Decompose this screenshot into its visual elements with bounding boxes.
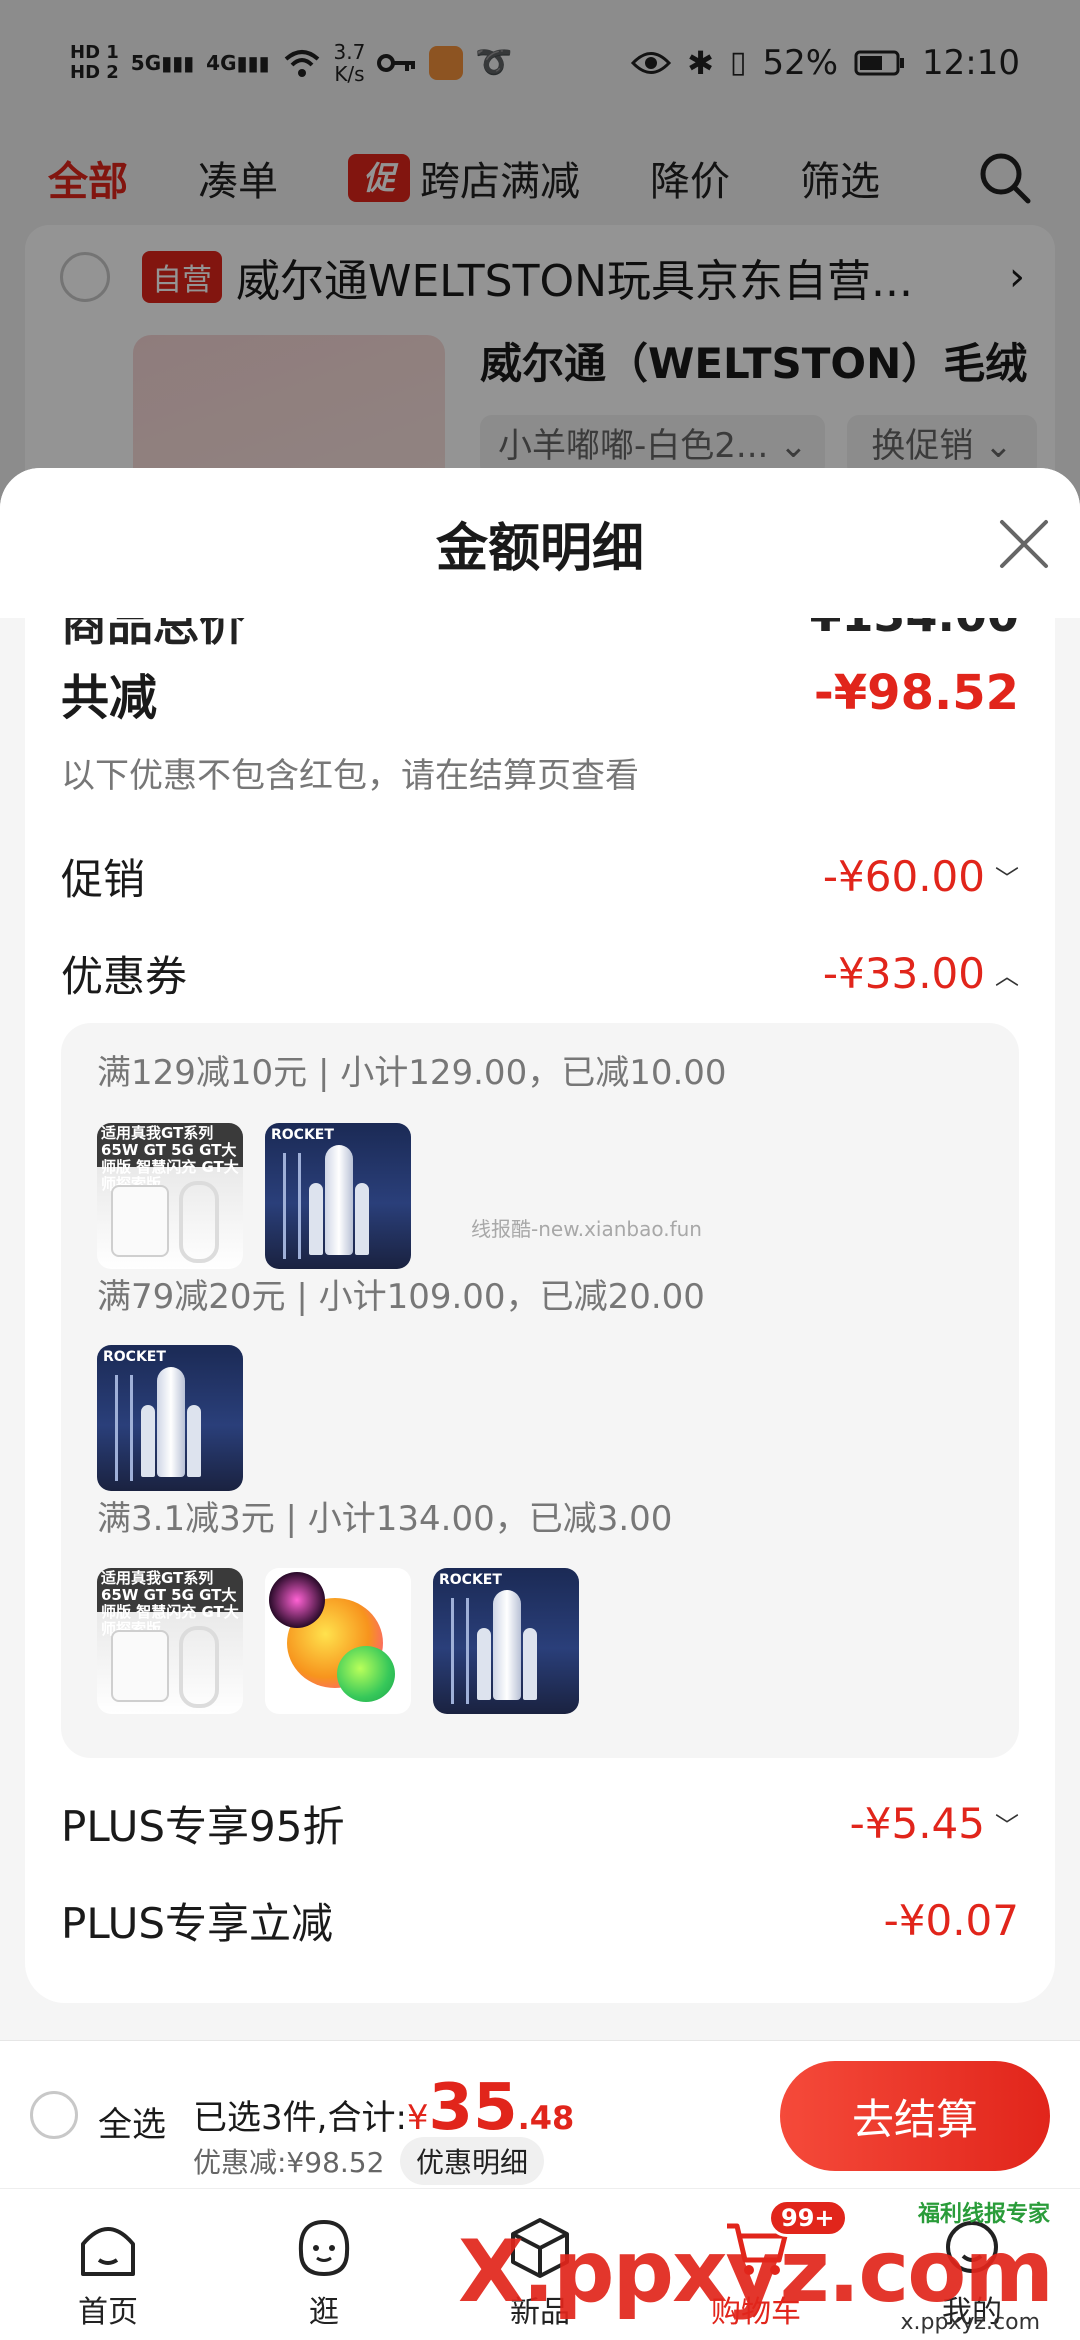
discount-summary: 优惠减:¥98.52: [193, 2146, 385, 2179]
plus-cut-row: PLUS专享立减 -¥0.07: [61, 1890, 1019, 1951]
coupon-group-title: 满79减20元 | 小计109.00，已减20.00: [97, 1277, 705, 1317]
coupon-amount: -¥33.00: [822, 949, 985, 998]
coupon-group-title: 满129减10元 | 小计129.00，已减10.00: [97, 1053, 727, 1093]
total-price-int: 35: [428, 2071, 518, 2145]
chevron-down-icon: ﹀: [995, 1812, 1019, 1840]
watermark-text: 线报酷-new.xianbao.fun: [471, 1217, 702, 1241]
rocket-toy-thumbnail[interactable]: ROCKET: [97, 1345, 243, 1491]
promo-label: 促销: [61, 855, 146, 904]
rocket-toy-thumbnail[interactable]: ROCKET: [265, 1123, 411, 1269]
rocket-toy-thumbnail[interactable]: ROCKET: [433, 1568, 579, 1714]
sheet-title: 金额明细: [435, 518, 644, 579]
coupon-group-title: 满3.1减3元 | 小计134.00，已减3.00: [97, 1499, 673, 1539]
tab-browse[interactable]: 逛: [216, 2189, 432, 2340]
select-all-radio[interactable]: [30, 2091, 78, 2139]
summary-prefix: 已选3件,合计:: [193, 2098, 407, 2138]
promo-row[interactable]: 促销 -¥60.00 ﹀: [61, 846, 1019, 907]
home-icon: [81, 2227, 135, 2276]
goods-total-row-partial: 商品总价 ¥134.00: [61, 618, 1019, 651]
light-up-ball-thumbnail[interactable]: [265, 1568, 411, 1714]
plus-95-amount: -¥5.45: [849, 1799, 985, 1848]
chevron-up-icon: ︿: [995, 962, 1019, 990]
close-icon[interactable]: [996, 516, 1052, 572]
coupon-row[interactable]: 优惠券 -¥33.00 ︿: [61, 943, 1019, 1004]
amount-detail-sheet: 金额明细 商品总价 ¥134.00 共减 -¥98.52 以下优惠不包含红包，请…: [0, 468, 1080, 2040]
plus-cut-label: PLUS专享立减: [61, 1899, 334, 1948]
chevron-down-icon: ﹀: [995, 865, 1019, 893]
plus-cut-amount: -¥0.07: [883, 1896, 1019, 1945]
discount-hint: 以下优惠不包含红包，请在结算页查看: [61, 756, 639, 796]
amount-detail-card: 商品总价 ¥134.00 共减 -¥98.52 以下优惠不包含红包，请在结算页查…: [25, 618, 1055, 2003]
coupon-detail-panel: 满129减10元 | 小计129.00，已减10.00 适用真我GT系列 65W…: [61, 1023, 1019, 1758]
promo-amount: -¥60.00: [822, 852, 985, 901]
sheet-header: 金额明细: [0, 468, 1080, 618]
checkout-button[interactable]: 去结算: [780, 2061, 1050, 2171]
charger-thumbnail[interactable]: 适用真我GT系列 65W GT 5G GT大师版 智慧闪充 GT大师探索版: [97, 1123, 243, 1269]
coupon-label: 优惠券: [61, 952, 188, 1001]
total-summary: 已选3件,合计:¥35.48: [193, 2071, 575, 2145]
overlay-watermark-small: x.ppxyz.com: [900, 2310, 1040, 2335]
total-price-dec: .48: [517, 2099, 575, 2137]
tab-home[interactable]: 首页: [0, 2189, 216, 2340]
total-discount-row: 共减 -¥98.52: [61, 658, 1019, 728]
plus-95-row[interactable]: PLUS专享95折 -¥5.45 ﹀: [61, 1793, 1019, 1854]
overlay-watermark: X.ppxyz.com: [457, 2222, 1054, 2322]
charger-thumbnail[interactable]: 适用真我GT系列 65W GT 5G GT大师版 智慧闪充 GT大师探索版: [97, 1568, 243, 1714]
total-discount-amount: -¥98.52: [813, 665, 1019, 721]
total-discount-label: 共减: [61, 670, 158, 726]
discount-detail-button[interactable]: 优惠明细: [400, 2137, 545, 2185]
plus-95-label: PLUS专享95折: [61, 1802, 345, 1851]
select-all-label[interactable]: 全选: [98, 2097, 166, 2146]
browse-face-icon: [298, 2219, 350, 2277]
overlay-watermark-brand: 福利线报专家: [917, 2202, 1050, 2227]
checkout-bar: 全选 已选3件,合计:¥35.48 优惠减:¥98.52 优惠明细 去结算: [0, 2040, 1080, 2188]
